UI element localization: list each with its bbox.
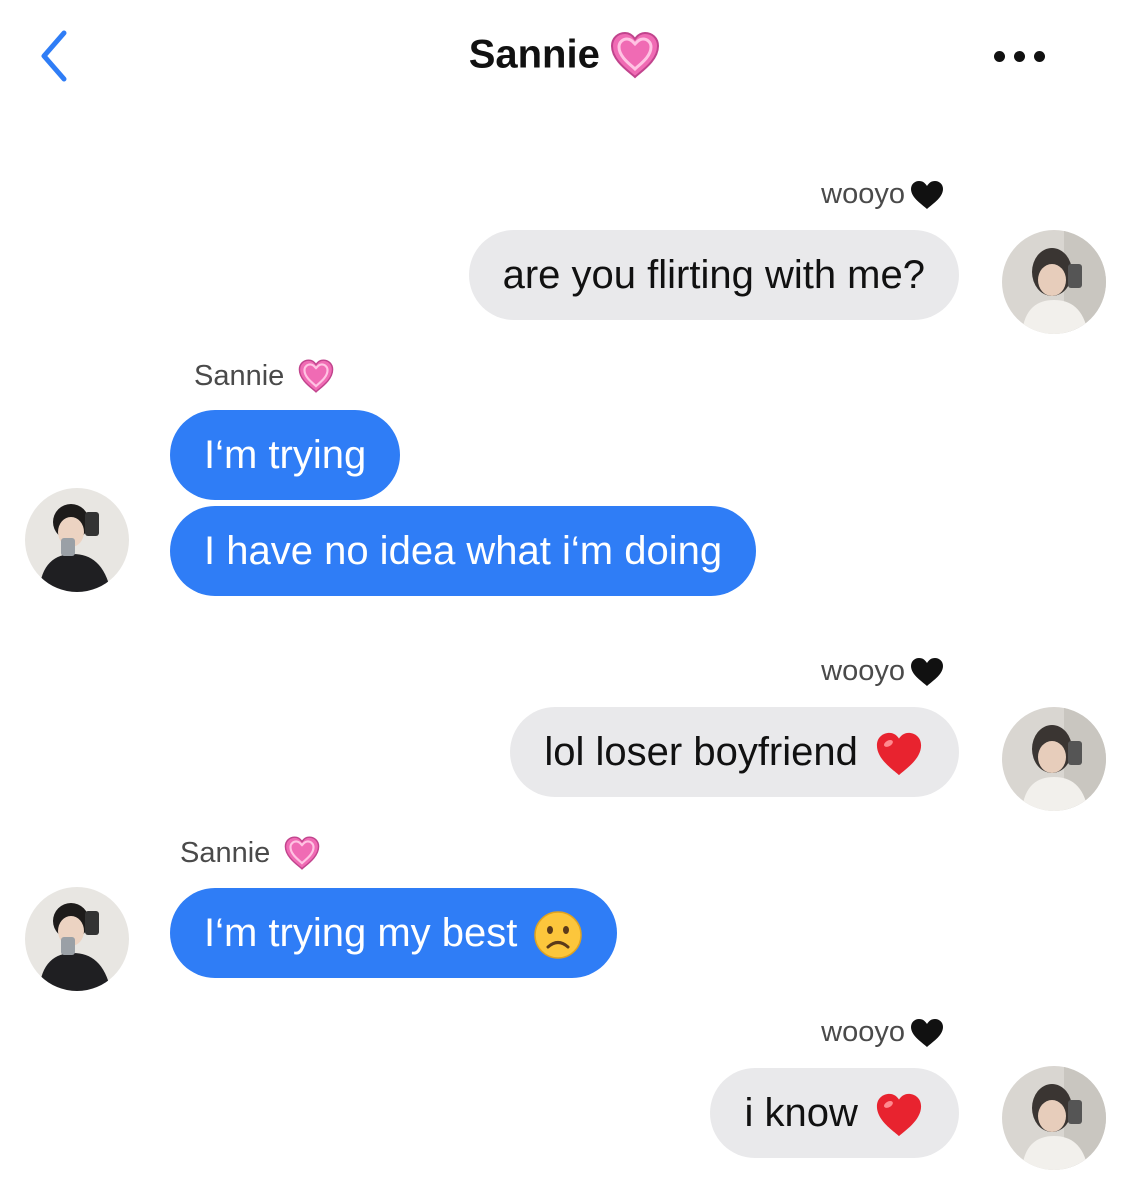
heart-black-icon: [911, 657, 943, 686]
conversation-title: Sannie: [0, 30, 1131, 84]
message-bubble-outgoing[interactable]: are you flirting with me?: [468, 230, 959, 320]
avatar-photo: [1002, 1066, 1106, 1170]
avatar-photo: [1002, 707, 1106, 811]
message-text: lol loser boyfriend: [544, 730, 858, 774]
heart-pink-icon: [299, 359, 334, 393]
message-text: are you flirting with me?: [502, 253, 925, 297]
avatar-sannie[interactable]: [25, 887, 129, 991]
message-text: I‘m trying: [204, 433, 367, 477]
sender-name: Sannie: [194, 359, 285, 392]
sender-name: Sannie: [180, 836, 271, 869]
sender-name: wooyo: [821, 655, 905, 687]
sender-label-sannie: Sannie: [180, 835, 322, 871]
message-bubble-outgoing[interactable]: i know: [710, 1068, 959, 1158]
heart-pink-icon: [285, 836, 320, 870]
more-options-button[interactable]: [990, 48, 1054, 68]
avatar-photo: [1002, 230, 1106, 334]
heart-black-icon: [911, 1018, 943, 1047]
message-text: I‘m trying my best: [204, 911, 518, 955]
sender-label-wooyo: wooyo: [821, 655, 945, 688]
avatar-wooyo[interactable]: [1002, 707, 1106, 811]
sender-label-wooyo: wooyo: [821, 1016, 945, 1049]
message-text: I have no idea what i‘m doing: [204, 529, 723, 573]
avatar-wooyo[interactable]: [1002, 1066, 1106, 1170]
heart-red-icon: [876, 1094, 922, 1137]
ellipsis-dot: [994, 51, 1005, 62]
avatar-wooyo[interactable]: [1002, 230, 1106, 334]
message-bubble-incoming[interactable]: I‘m trying my best: [170, 888, 617, 978]
heart-black-icon: [911, 180, 943, 209]
sender-label-sannie: Sannie: [194, 358, 336, 394]
ellipsis-dot: [1034, 51, 1045, 62]
avatar-photo: [25, 488, 129, 592]
frowning-face-icon: [533, 911, 582, 960]
sender-name: wooyo: [821, 1016, 905, 1048]
ellipsis-dot: [1014, 51, 1025, 62]
message-bubble-incoming[interactable]: I have no idea what i‘m doing: [170, 506, 757, 596]
message-bubble-outgoing[interactable]: lol loser boyfriend: [510, 707, 959, 797]
heart-red-icon: [876, 733, 922, 776]
avatar-photo: [25, 887, 129, 991]
heart-pink-icon: [611, 31, 660, 79]
avatar-sannie[interactable]: [25, 488, 129, 592]
message-bubble-incoming[interactable]: I‘m trying: [170, 410, 401, 500]
sender-name: wooyo: [821, 178, 905, 210]
message-text: i know: [744, 1091, 858, 1135]
sender-label-wooyo: wooyo: [821, 178, 945, 211]
page-title: Sannie: [468, 32, 600, 77]
